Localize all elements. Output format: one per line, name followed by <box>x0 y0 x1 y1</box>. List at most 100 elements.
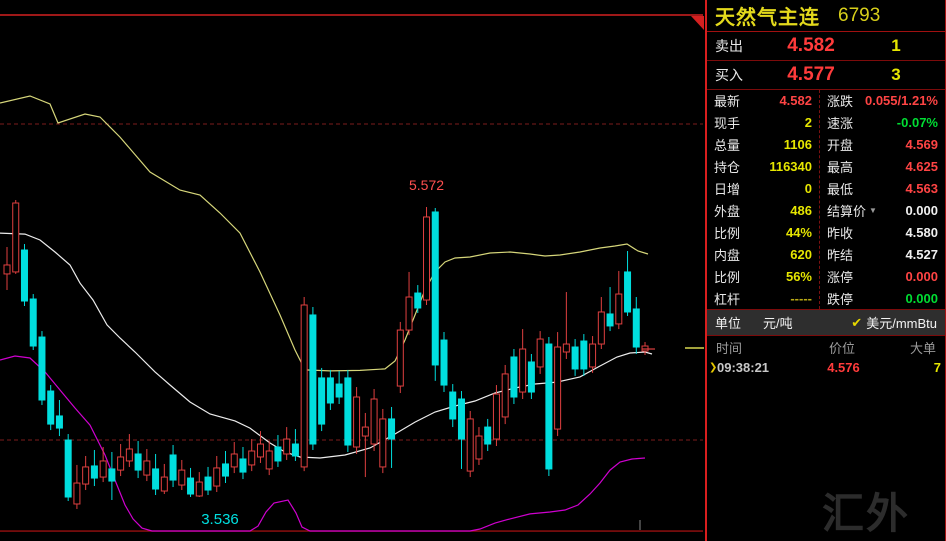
bid-row[interactable]: 买入 4.577 3 <box>707 61 945 90</box>
quote-row-right-1: 速涨-0.07% <box>820 112 945 134</box>
tape-header: 时间 价位 大单 <box>707 336 945 358</box>
candle-up-body <box>301 305 307 467</box>
instrument-title: 天然气主连 <box>715 1 820 30</box>
quote-row-right-7: 昨结4.527 <box>820 243 945 265</box>
candle-up-body <box>476 436 482 459</box>
candle-down-body <box>65 440 71 497</box>
quote-value: ----- <box>790 291 812 306</box>
quote-row-right-5[interactable]: 结算价▼ 0.000 <box>820 200 945 222</box>
ask-label: 卖出 <box>715 36 767 56</box>
unit-row: 单位 元/吨 ✔ 美元/mmBtu <box>707 310 945 336</box>
trading-app-window: 5.5723.536 天然气主连 6793 卖出 4.582 1 买入 4.57… <box>0 0 946 541</box>
quote-row-left-3: 持仓 116340 <box>707 156 819 178</box>
bid-size: 3 <box>855 65 937 85</box>
quote-row-right-3: 最高4.625 <box>820 156 945 178</box>
candle-down-body <box>39 337 45 400</box>
unit-option-usd[interactable]: ✔ 美元/mmBtu <box>851 313 937 332</box>
candle-down-body <box>633 309 639 347</box>
quote-row-right-8: 涨停0.000 <box>820 265 945 287</box>
settlement-dropdown-icon[interactable]: ▼ <box>869 206 877 215</box>
candle-up-body <box>406 297 412 330</box>
candle-down-body <box>415 293 421 308</box>
candle-up-body <box>74 483 80 504</box>
candle-down-body <box>48 391 54 424</box>
candle-down-body <box>91 466 97 478</box>
candle-up-body <box>520 349 526 392</box>
candle-up-body <box>380 419 386 467</box>
quote-panel: 天然气主连 6793 卖出 4.582 1 买入 4.577 3 最新4.582… <box>705 0 946 541</box>
candle-up-body <box>161 477 167 491</box>
quote-row-right-9: 跌停0.000 <box>820 287 945 309</box>
quote-row-left-8: 比例56% <box>707 265 819 287</box>
candle-up-body <box>467 419 473 471</box>
unit-option-cny[interactable]: 元/吨 <box>763 313 793 332</box>
quote-value: 0.000 <box>905 203 938 218</box>
quote-label: 涨停 <box>827 267 853 286</box>
bid-price: 4.577 <box>767 64 855 86</box>
candlestick-chart[interactable]: 5.5723.536 <box>0 0 705 541</box>
unit-option-usd-label: 美元/mmBtu <box>866 313 937 332</box>
quote-label: 内盘 <box>714 245 740 264</box>
candle-up-body <box>13 203 19 272</box>
candle-down-body <box>336 384 342 397</box>
candle-down-body <box>205 477 211 490</box>
chart-canvas[interactable]: 5.5723.536 <box>0 0 705 541</box>
quote-value: 56% <box>786 269 812 284</box>
quote-grid-left-column: 最新4.582现手2总量1106持仓116340日增0外盘486比例44%内盘6… <box>707 90 819 309</box>
candle-up-body <box>397 330 403 386</box>
candle-up-body <box>424 217 430 300</box>
candle-up-body <box>354 397 360 447</box>
candle-up-body <box>4 265 10 274</box>
quote-value: 0.000 <box>905 291 938 306</box>
quote-value: 4.582 <box>779 93 812 108</box>
candle-down-body <box>572 347 578 369</box>
candle-down-body <box>223 464 229 476</box>
candle-up-body <box>555 347 561 429</box>
ask-price: 4.582 <box>767 35 855 57</box>
candle-up-body <box>563 344 569 352</box>
quote-row-left-2: 总量 1106 <box>707 134 819 156</box>
quote-value: 116340 <box>769 159 812 174</box>
candle-up-body <box>257 444 263 457</box>
bid-label: 买入 <box>715 65 767 85</box>
candle-down-body <box>240 459 246 472</box>
quote-row-right-2: 开盘4.569 <box>820 134 945 156</box>
quote-grid: 最新4.582现手2总量1106持仓116340日增0外盘486比例44%内盘6… <box>707 90 945 310</box>
tape-time: 09:38:21 <box>717 360 792 375</box>
tape-header-price: 价位 <box>794 338 890 357</box>
candle-up-body <box>83 467 89 484</box>
candle-down-body <box>432 212 438 365</box>
quote-value: 4.563 <box>905 181 938 196</box>
candle-down-body <box>275 447 281 461</box>
quote-value: 44% <box>786 225 812 240</box>
quote-value: 1106 <box>784 137 812 152</box>
ask-row[interactable]: 卖出 4.582 1 <box>707 32 945 61</box>
candle-up-body <box>231 454 237 467</box>
quote-label: 比例 <box>714 223 740 242</box>
candle-down-body <box>21 250 27 301</box>
quote-label: 结算价 <box>827 201 866 220</box>
candle-down-body <box>450 392 456 419</box>
quote-grid-right-column: 涨跌0.055/1.21%速涨-0.07%开盘4.569最高4.625最低4.5… <box>819 90 945 309</box>
instrument-header: 天然气主连 6793 <box>707 0 945 32</box>
candle-up-body <box>118 457 124 470</box>
quote-label: 速涨 <box>827 113 853 132</box>
quote-label: 总量 <box>714 135 740 154</box>
quote-label: 最低 <box>827 179 853 198</box>
candle-up-body <box>537 339 543 367</box>
candle-down-body <box>389 419 395 439</box>
candle-down-body <box>310 315 316 444</box>
quote-value: 0.055/1.21% <box>865 93 938 108</box>
quote-label: 持仓 <box>714 157 740 176</box>
candle-up-body <box>362 427 368 436</box>
quote-label: 开盘 <box>827 135 853 154</box>
candle-down-body <box>292 444 298 456</box>
unit-label: 单位 <box>715 313 741 332</box>
chart-background <box>0 0 705 541</box>
candle-down-body <box>188 478 194 494</box>
check-icon: ✔ <box>851 315 862 331</box>
candle-up-body <box>266 451 272 469</box>
candle-down-body <box>607 314 613 326</box>
quote-label: 最高 <box>827 157 853 176</box>
quote-label: 外盘 <box>714 201 740 220</box>
